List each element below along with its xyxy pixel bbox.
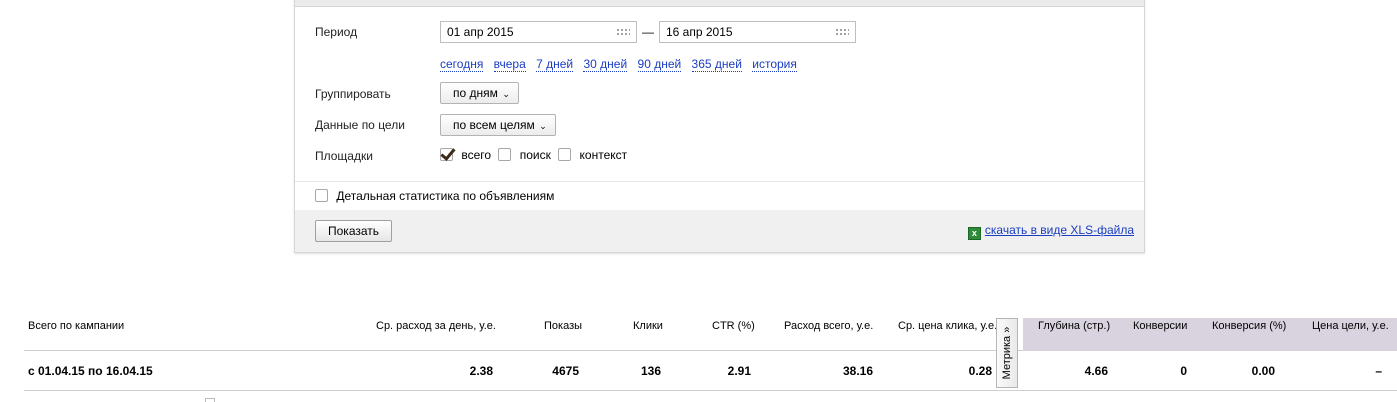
platform-search-label: поиск — [519, 148, 551, 162]
calendar-icon[interactable] — [616, 28, 630, 37]
platforms-group: всего поиск контекст — [440, 148, 627, 162]
platforms-label: Площадки — [315, 149, 373, 163]
excel-icon: x — [967, 227, 981, 240]
detail-stats-label: Детальная статистика по объявлениям — [336, 189, 555, 203]
quick-range-30-days[interactable]: 30 дней — [583, 57, 628, 72]
partial-element-below — [205, 398, 215, 402]
date-from-input[interactable]: 01 апр 2015 — [440, 21, 637, 43]
header-campaign: Всего по кампании — [28, 320, 125, 332]
cell-goal-cost: – — [1375, 364, 1382, 378]
cell-clicks: 136 — [640, 364, 661, 378]
panel-divider — [295, 181, 1144, 182]
header-ctr: CTR (%) — [712, 320, 755, 332]
detail-stats-checkbox[interactable] — [315, 189, 328, 202]
panel-tabs-strip — [295, 0, 1144, 7]
cell-avg-daily-spend: 2.38 — [469, 364, 493, 378]
date-range-separator: — — [642, 25, 654, 39]
cell-ctr: 2.91 — [727, 364, 751, 378]
cell-impressions: 4675 — [552, 364, 579, 378]
period-label: Период — [315, 25, 358, 39]
platform-all-checkbox[interactable] — [440, 148, 453, 161]
panel-footer: Показать x скачать в виде XLS-файла — [295, 210, 1144, 252]
date-from-value: 01 апр 2015 — [447, 25, 514, 39]
header-impressions: Показы — [544, 320, 583, 332]
cell-total-spend: 38.16 — [842, 364, 873, 378]
quick-range-7-days[interactable]: 7 дней — [536, 57, 574, 72]
cell-avg-cpc: 0.28 — [968, 364, 992, 378]
goal-select[interactable]: по всем целям ⌄ — [440, 114, 556, 136]
header-avg-daily-spend: Ср. расход за день, у.е. — [376, 320, 496, 332]
stats-total-row: с 01.04.15 по 16.04.15 2.38 4675 136 2.9… — [24, 352, 1397, 391]
metrika-tab-label: Метрика » — [1001, 326, 1013, 380]
header-conversions: Конверсии — [1133, 320, 1188, 332]
cell-campaign-period: с 01.04.15 по 16.04.15 — [28, 364, 153, 378]
detail-stats-option: Детальная статистика по объявлениям — [315, 189, 554, 203]
header-clicks: Клики — [633, 320, 663, 332]
quick-range-365-days[interactable]: 365 дней — [691, 57, 742, 72]
quick-range-90-days[interactable]: 90 дней — [637, 57, 682, 72]
quick-range-links: сегодня вчера 7 дней 30 дней 90 дней 365… — [440, 57, 804, 72]
platform-all-label: всего — [461, 148, 492, 162]
stats-header-row: Всего по кампании Ср. расход за день, у.… — [24, 318, 1397, 351]
header-conversion-rate: Конверсия (%) — [1212, 320, 1287, 332]
xls-download: x скачать в виде XLS-файла — [967, 223, 1134, 240]
calendar-icon[interactable] — [835, 28, 849, 37]
group-select[interactable]: по дням ⌄ — [440, 82, 519, 104]
platform-context-checkbox[interactable] — [558, 148, 572, 161]
header-goal-cost: Цена цели, у.е. — [1312, 320, 1389, 332]
cell-conversion-rate: 0.00 — [1251, 364, 1275, 378]
chevron-down-icon: ⌄ — [502, 89, 510, 99]
header-total-spend: Расход всего, у.е. — [784, 320, 874, 332]
campaign-stats-table: Всего по кампании Ср. расход за день, у.… — [24, 318, 1397, 392]
chevron-down-icon: ⌄ — [539, 121, 547, 131]
quick-range-today[interactable]: сегодня — [440, 57, 484, 72]
header-avg-cpc: Ср. цена клика, у.е. — [898, 320, 998, 332]
goal-label: Данные по цели — [315, 118, 405, 132]
cell-depth: 4.66 — [1084, 364, 1108, 378]
cell-conversions: 0 — [1180, 364, 1187, 378]
quick-range-history[interactable]: история — [752, 57, 797, 72]
metrika-toggle-tab[interactable]: Метрика » — [996, 318, 1018, 388]
group-select-value: по дням — [453, 86, 498, 100]
group-label: Группировать — [315, 87, 391, 101]
xls-download-link[interactable]: скачать в виде XLS-файла — [985, 223, 1134, 237]
platform-context-label: контекст — [579, 148, 628, 162]
header-depth: Глубина (стр.) — [1038, 320, 1111, 332]
quick-range-yesterday[interactable]: вчера — [493, 57, 526, 72]
date-to-input[interactable]: 16 апр 2015 — [659, 21, 856, 43]
statistics-filter-panel: Период 01 апр 2015 — 16 апр 2015 сегодня… — [294, 0, 1145, 253]
date-to-value: 16 апр 2015 — [666, 25, 733, 39]
show-button[interactable]: Показать — [315, 220, 393, 242]
platform-search-checkbox[interactable] — [498, 148, 512, 161]
goal-select-value: по всем целям — [453, 118, 535, 132]
